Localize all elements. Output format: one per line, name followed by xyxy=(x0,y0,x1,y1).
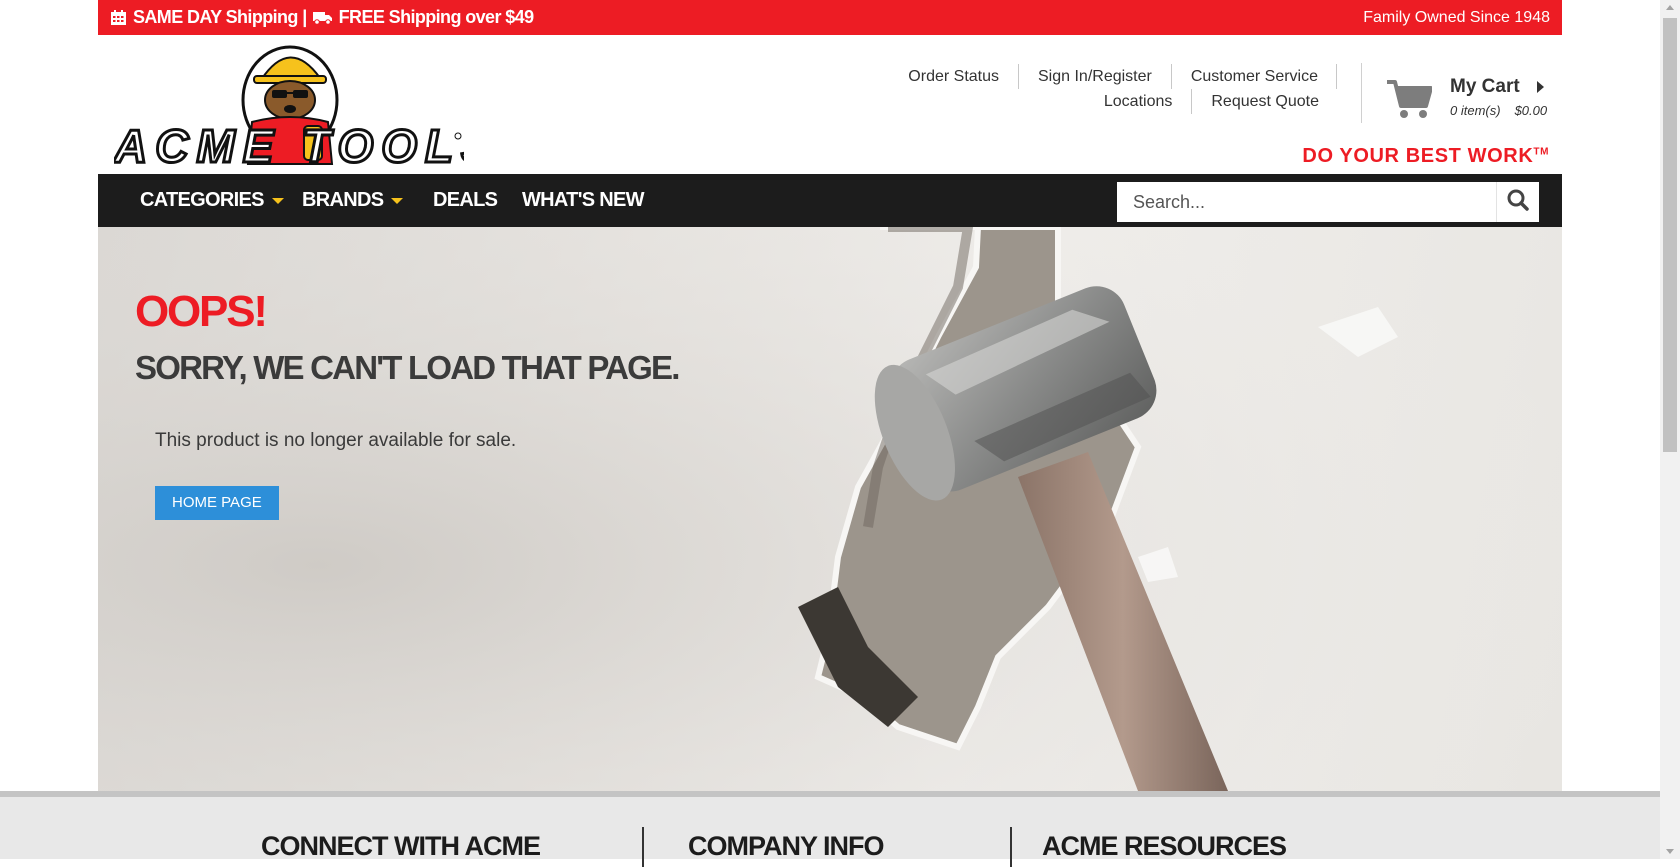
scroll-thumb[interactable] xyxy=(1663,18,1677,452)
request-quote-link[interactable]: Request Quote xyxy=(1192,89,1337,114)
trademark-mark: TM xyxy=(1533,146,1549,158)
utility-nav: Order Status Sign In/Register Customer S… xyxy=(867,64,1337,114)
nav-categories[interactable]: CATEGORIES xyxy=(140,174,284,227)
truck-icon xyxy=(312,10,333,25)
search-box xyxy=(1117,182,1539,222)
logo-wordmark: ACME TOOLS xyxy=(114,120,464,172)
promo-shipping: SAME DAY Shipping | FREE Shipping over $… xyxy=(110,0,534,35)
promo-bar: SAME DAY Shipping | FREE Shipping over $… xyxy=(98,0,1562,35)
cart-title: My Cart xyxy=(1450,76,1520,97)
home-page-button[interactable]: HOME PAGE xyxy=(155,486,279,520)
nav-brands[interactable]: BRANDS xyxy=(302,174,404,227)
nav-categories-label: CATEGORIES xyxy=(140,189,264,211)
cart-widget[interactable]: My Cart 0 item(s) $0.00 xyxy=(1361,63,1562,123)
main-nav: CATEGORIES BRANDS DEALS WHAT'S NEW xyxy=(98,174,1562,227)
cart-item-count: 0 item(s) xyxy=(1450,103,1501,118)
sign-in-register-link[interactable]: Sign In/Register xyxy=(1019,64,1172,89)
family-owned-text: Family Owned Since 1948 xyxy=(1363,9,1550,26)
scroll-up-arrow-icon[interactable] xyxy=(1666,5,1674,10)
footer-connect-heading: CONNECT WITH ACME xyxy=(261,831,541,861)
error-message: This product is no longer available for … xyxy=(155,430,517,451)
caret-down-icon xyxy=(391,197,404,204)
footer: CONNECT WITH ACME COMPANY INFO ACME RESO… xyxy=(0,791,1660,867)
error-hero: OOPS! SORRY, WE CAN'T LOAD THAT PAGE. Th… xyxy=(98,227,1562,791)
tagline: DO YOUR BEST WORKTM xyxy=(1302,145,1549,168)
nav-brands-label: BRANDS xyxy=(302,189,384,211)
tagline-text: DO YOUR BEST WORK xyxy=(1302,145,1534,167)
search-icon xyxy=(1507,189,1529,216)
nav-whats-new[interactable]: WHAT'S NEW xyxy=(522,174,645,227)
page: SAME DAY Shipping | FREE Shipping over $… xyxy=(98,0,1562,791)
free-shipping-text: FREE Shipping over $49 xyxy=(338,7,534,27)
page-scrollbar[interactable] xyxy=(1660,0,1680,859)
footer-resources-heading: ACME RESOURCES xyxy=(1042,831,1287,861)
error-subheading: SORRY, WE CAN'T LOAD THAT PAGE. xyxy=(135,349,680,386)
acme-tools-logo[interactable]: ACME TOOLS xyxy=(112,40,493,174)
same-day-shipping-text: SAME DAY Shipping | xyxy=(133,7,307,27)
order-status-link[interactable]: Order Status xyxy=(889,64,1019,89)
scroll-down-arrow-icon[interactable] xyxy=(1666,849,1674,854)
footer-divider xyxy=(1010,827,1012,867)
cart-summary: 0 item(s) $0.00 xyxy=(1450,103,1547,118)
search-button[interactable] xyxy=(1496,182,1539,222)
footer-divider xyxy=(642,827,644,867)
hammer-through-wall-image xyxy=(98,227,1562,791)
nav-deals[interactable]: DEALS xyxy=(433,174,498,227)
search-input[interactable] xyxy=(1117,182,1493,222)
caret-down-icon xyxy=(271,197,284,204)
error-heading: OOPS! xyxy=(135,287,268,336)
calendar-icon xyxy=(110,9,127,26)
cart-icon xyxy=(1386,79,1433,124)
footer-company-heading: COMPANY INFO xyxy=(688,831,885,861)
chevron-right-icon xyxy=(1537,81,1544,93)
customer-service-link[interactable]: Customer Service xyxy=(1172,64,1337,89)
locations-link[interactable]: Locations xyxy=(1085,89,1193,114)
cart-total: $0.00 xyxy=(1514,103,1548,118)
